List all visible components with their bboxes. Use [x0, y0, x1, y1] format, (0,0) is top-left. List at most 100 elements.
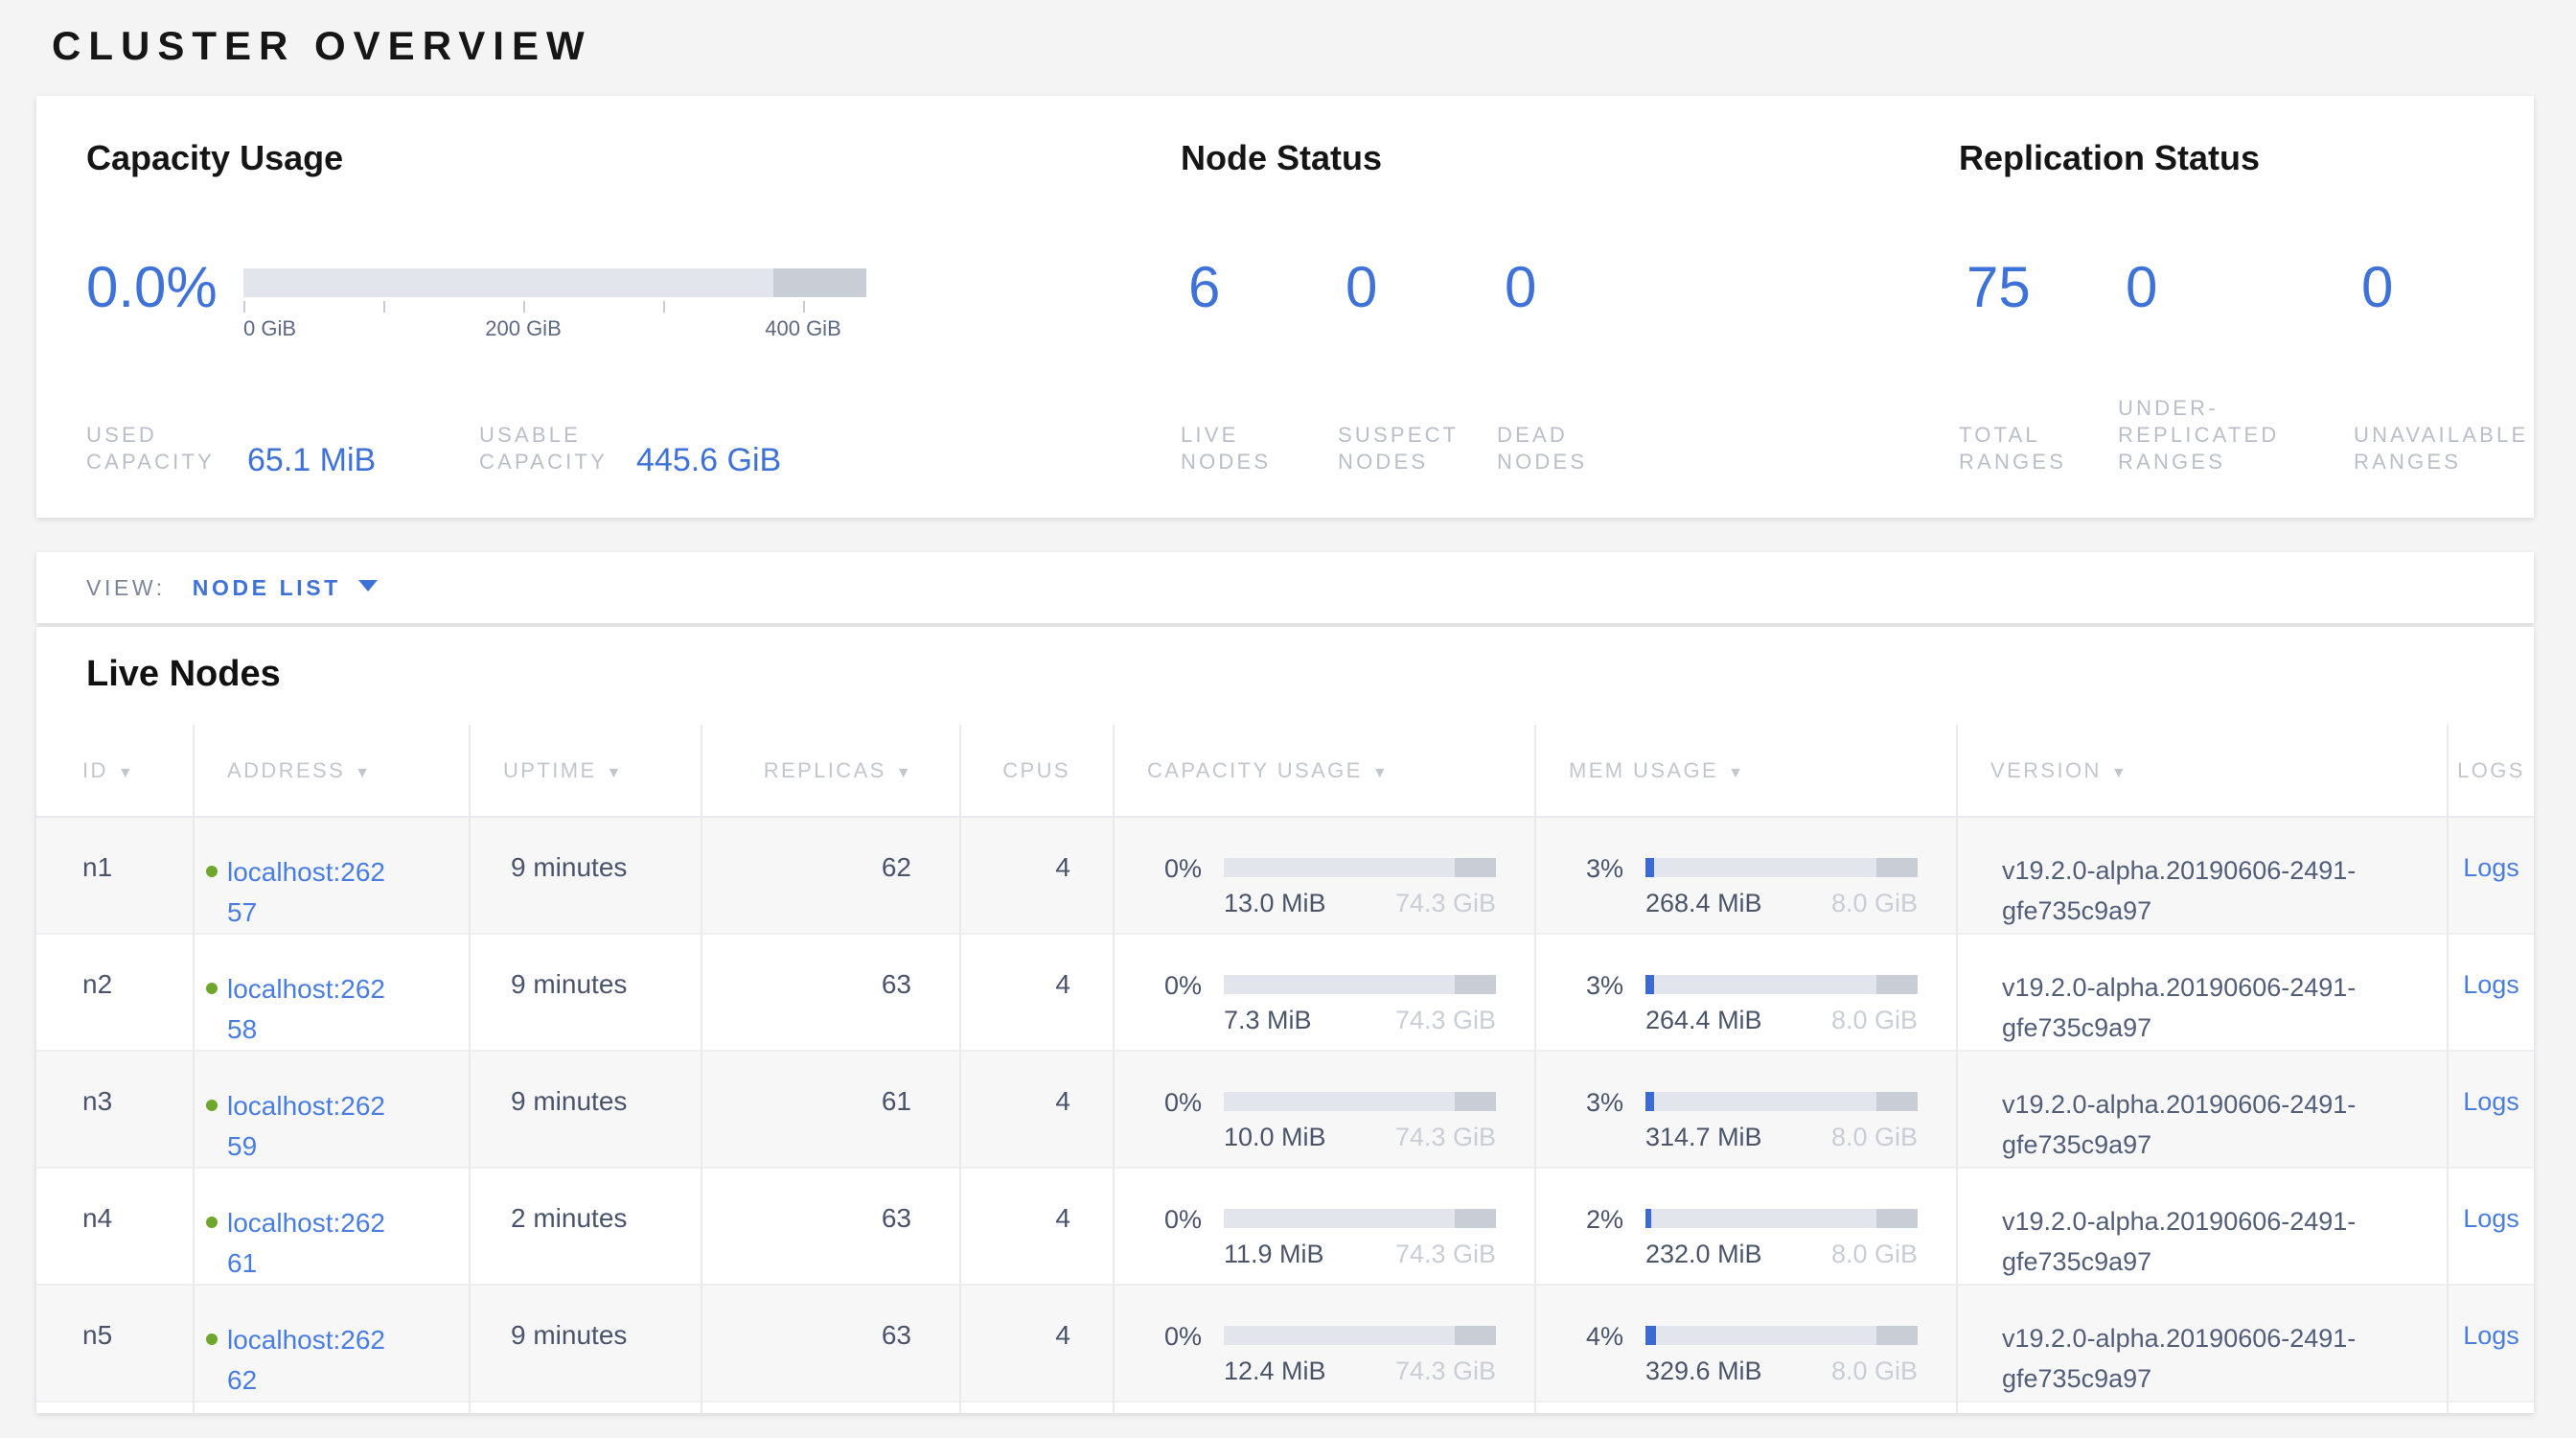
node-id-cell: n2	[36, 934, 194, 1051]
capacity-total-value: 74.3 GiB	[1395, 1006, 1496, 1035]
column-label: VERSION	[1990, 758, 2102, 782]
replicas-cell: 63	[702, 1285, 960, 1402]
memory-usage-bar	[1645, 1326, 1918, 1345]
logs-link[interactable]: Logs	[2463, 1087, 2519, 1116]
column-header-uptime[interactable]: UPTIME▼	[470, 725, 702, 817]
capacity-usage-cell: 0%12.4 MiB74.3 GiB	[1114, 1285, 1535, 1402]
replicas-cell: 63	[702, 1168, 960, 1285]
memory-total-value: 8.0 GiB	[1831, 1006, 1918, 1035]
version-cell: v19.2.0-alpha.20190606-2491-gfe735c9a97	[1957, 1051, 2448, 1168]
capacity-usage-percent: 0%	[1164, 1324, 1224, 1349]
table-row-partial	[36, 1402, 2534, 1413]
axis-label-400: 400 GiB	[765, 316, 841, 341]
memory-usage-percent: 3%	[1586, 1090, 1645, 1115]
memory-bar-dark-segment	[1876, 858, 1918, 877]
capacity-bar-dark-segment	[1455, 1092, 1496, 1111]
address-link[interactable]: localhost:26258	[227, 969, 400, 1050]
uptime-cell: 2 minutes	[470, 1168, 702, 1285]
memory-usage-percent: 4%	[1586, 1324, 1645, 1349]
capacity-bar-dark-segment	[1455, 975, 1496, 994]
address-link[interactable]: localhost:26257	[227, 852, 400, 933]
capacity-bar-dark-segment	[1455, 1326, 1496, 1345]
empty-cell	[470, 1402, 702, 1413]
table-row: n5localhost:262629 minutes6340%12.4 MiB7…	[36, 1285, 2534, 1402]
column-header-capacity[interactable]: CAPACITY USAGE▼	[1114, 725, 1535, 817]
column-header-cpus: CPUS	[960, 725, 1114, 817]
version-cell: v19.2.0-alpha.20190606-2491-gfe735c9a97	[1957, 934, 2448, 1051]
address-link[interactable]: localhost:26259	[227, 1086, 400, 1167]
sort-desc-icon: ▼	[1372, 765, 1390, 781]
logs-cell: Logs	[2448, 817, 2534, 934]
column-header-address[interactable]: ADDRESS▼	[194, 725, 470, 817]
suspect-nodes-label: SUSPECT NODES	[1338, 422, 1468, 475]
memory-total-value: 8.0 GiB	[1831, 1123, 1918, 1152]
cluster-summary-card: Capacity Usage 0.0% 0 GiB 200 GiB 400 Gi…	[36, 96, 2534, 518]
capacity-usage-percent: 0%	[1164, 1090, 1224, 1115]
empty-cell	[960, 1402, 1114, 1413]
capacity-usage-bar	[1224, 975, 1496, 994]
logs-link[interactable]: Logs	[2463, 970, 2519, 999]
unavailable-ranges-value: 0	[2361, 257, 2393, 318]
empty-cell	[1114, 1402, 1535, 1413]
capacity-usage-bar	[1224, 1326, 1496, 1345]
sort-desc-icon: ▼	[2111, 765, 2128, 781]
address-cell: localhost:26258	[194, 934, 470, 1051]
column-header-memory[interactable]: MEM USAGE ▼	[1535, 725, 1957, 817]
chevron-down-icon[interactable]	[358, 580, 378, 591]
dead-nodes-value: 0	[1505, 257, 1536, 318]
replication-status-section: Replication Status 75 0 0 TOTAL RANGES U…	[1959, 96, 2534, 518]
capacity-total-value: 74.3 GiB	[1395, 889, 1496, 918]
total-ranges-label: TOTAL RANGES	[1959, 422, 2082, 475]
address-cell: localhost:26262	[194, 1285, 470, 1402]
memory-usage-cell: 3%314.7 MiB8.0 GiB	[1535, 1051, 1957, 1168]
logs-link[interactable]: Logs	[2463, 1204, 2519, 1233]
node-id-cell: n1	[36, 817, 194, 934]
capacity-used-value: 11.9 MiB	[1224, 1240, 1324, 1269]
node-status-title: Node Status	[1181, 138, 1382, 178]
capacity-used-value: 10.0 MiB	[1224, 1123, 1326, 1152]
capacity-axis-labels: 0 GiB 200 GiB 400 GiB	[243, 316, 866, 343]
logs-cell: Logs	[2448, 1168, 2534, 1285]
memory-bar-dark-segment	[1876, 1092, 1918, 1111]
memory-usage-percent: 2%	[1586, 1207, 1645, 1232]
used-capacity-label: USED CAPACITY	[86, 422, 220, 475]
version-text: v19.2.0-alpha.20190606-2491-gfe735c9a97	[2002, 1084, 2376, 1165]
replicas-cell: 62	[702, 817, 960, 934]
memory-usage-cell: 4%329.6 MiB8.0 GiB	[1535, 1285, 1957, 1402]
table-row: n4localhost:262612 minutes6340%11.9 MiB7…	[36, 1168, 2534, 1285]
column-header-id[interactable]: ID▼	[36, 725, 194, 817]
total-ranges-value: 75	[1966, 257, 2031, 318]
capacity-usage-percent: 0%	[1164, 1207, 1224, 1232]
sort-desc-icon: ▼	[1728, 765, 1745, 781]
replicas-cell: 61	[702, 1051, 960, 1168]
memory-bar-fill	[1645, 1209, 1651, 1228]
empty-cell	[36, 1402, 194, 1413]
node-id-cell: n4	[36, 1168, 194, 1285]
column-header-version[interactable]: VERSION ▼	[1957, 725, 2448, 817]
uptime-cell: 9 minutes	[470, 934, 702, 1051]
memory-bar-fill	[1645, 975, 1654, 994]
empty-cell	[702, 1402, 960, 1413]
axis-label-0: 0 GiB	[243, 316, 296, 341]
logs-link[interactable]: Logs	[2463, 1321, 2519, 1350]
view-label: VIEW:	[86, 575, 166, 600]
table-row: n1localhost:262579 minutes6240%13.0 MiB7…	[36, 817, 2534, 934]
logs-link[interactable]: Logs	[2463, 853, 2519, 882]
cpus-cell: 4	[960, 934, 1114, 1051]
address-link[interactable]: localhost:26261	[227, 1203, 400, 1284]
page-title: CLUSTER OVERVIEW	[52, 23, 592, 69]
column-label: ID	[82, 758, 108, 782]
view-dropdown[interactable]: NODE LIST	[193, 575, 341, 600]
node-id-cell: n5	[36, 1285, 194, 1402]
node-live-dot-icon	[206, 983, 218, 994]
version-text: v19.2.0-alpha.20190606-2491-gfe735c9a97	[2002, 1201, 2376, 1282]
address-link[interactable]: localhost:26262	[227, 1320, 400, 1401]
column-header-logs: LOGS	[2448, 725, 2534, 817]
table-row: n2localhost:262589 minutes6340%7.3 MiB74…	[36, 934, 2534, 1051]
memory-usage-percent: 3%	[1586, 973, 1645, 998]
version-text: v19.2.0-alpha.20190606-2491-gfe735c9a97	[2002, 967, 2376, 1048]
suspect-nodes-value: 0	[1346, 257, 1377, 318]
column-label: MEM USAGE	[1569, 758, 1718, 782]
table-body: n1localhost:262579 minutes6240%13.0 MiB7…	[36, 817, 2534, 1413]
column-header-replicas[interactable]: REPLICAS▼	[702, 725, 960, 817]
